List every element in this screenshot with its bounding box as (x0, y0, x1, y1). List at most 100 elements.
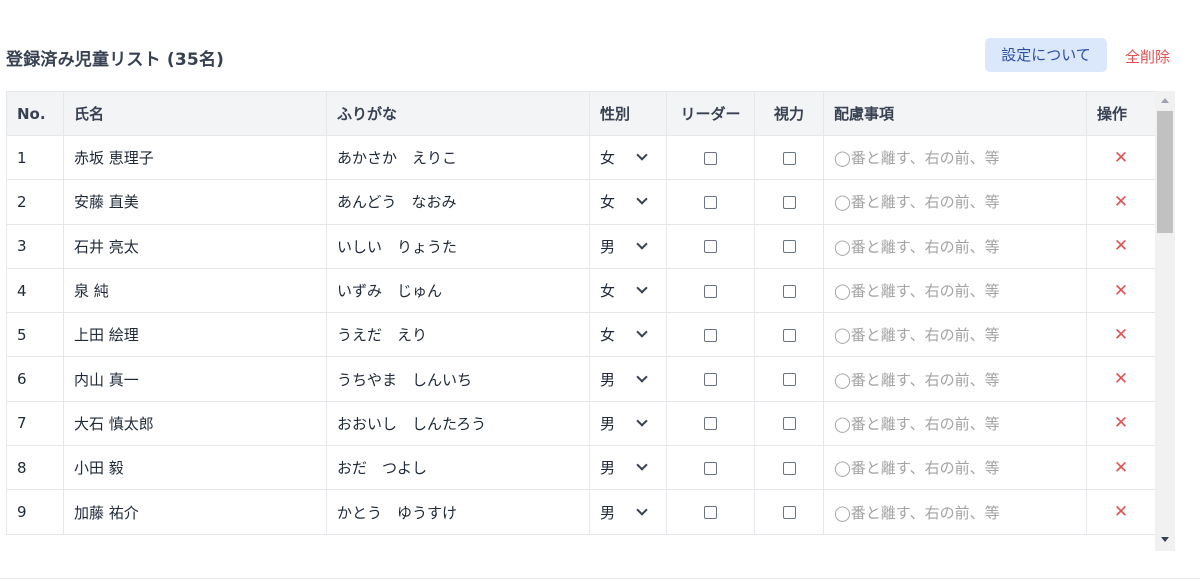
notes-input[interactable]: ◯番と離す、右の前、等 (823, 223, 1087, 269)
cell-actions: ✕ (1086, 400, 1156, 447)
table-header-row: No. 氏名 ふりがな 性別 リーダー 視力 配慮事項 操作 (6, 91, 1156, 136)
chevron-down-icon (636, 503, 648, 516)
cell-furigana[interactable]: うえだ えり (326, 312, 590, 358)
col-header-name: 氏名 (63, 91, 327, 136)
close-icon[interactable]: ✕ (1114, 281, 1128, 301)
cell-furigana[interactable]: いずみ じゅん (326, 267, 590, 314)
notes-input[interactable]: ◯番と離す、右の前、等 (823, 489, 1087, 535)
student-table: No. 氏名 ふりがな 性別 リーダー 視力 配慮事項 操作 1 赤坂 恵理子 あか… (6, 91, 1156, 535)
eyesight-checkbox[interactable] (782, 461, 796, 475)
leader-checkbox[interactable] (704, 461, 717, 475)
notes-input[interactable]: ◯番と離す、右の前、等 (823, 312, 1087, 358)
notes-input[interactable]: ◯番と離す、右の前、等 (823, 356, 1087, 402)
gender-value: 男 (600, 459, 616, 478)
table-row: 2 安藤 直美 あんどう なおみ女 ◯番と離す、右の前、等 ✕ (6, 179, 1156, 225)
leader-checkbox[interactable] (704, 240, 717, 254)
cell-furigana[interactable]: かとう ゆうすけ (326, 489, 590, 535)
cell-no: 2 (6, 179, 64, 225)
cell-furigana[interactable]: おおいし しんたろう (326, 400, 590, 447)
cell-leader (666, 400, 755, 447)
cell-leader (666, 134, 755, 181)
settings-button[interactable]: 設定について (985, 38, 1107, 72)
leader-checkbox[interactable] (704, 328, 717, 342)
delete-all-link[interactable]: 全削除 (1125, 46, 1170, 67)
notes-input[interactable]: ◯番と離す、右の前、等 (823, 445, 1087, 491)
gender-select[interactable]: 男 (589, 489, 667, 535)
notes-input[interactable]: ◯番と離す、右の前、等 (823, 179, 1087, 225)
cell-furigana[interactable]: おだ つよし (326, 445, 590, 491)
eyesight-checkbox[interactable] (782, 240, 796, 254)
close-icon[interactable]: ✕ (1114, 413, 1128, 433)
eyesight-checkbox[interactable] (782, 417, 796, 431)
table-scrollbar[interactable] (1155, 91, 1175, 551)
cell-name[interactable]: 安藤 直美 (63, 179, 327, 225)
cell-furigana[interactable]: いしい りょうた (326, 223, 590, 269)
cell-actions: ✕ (1086, 356, 1156, 402)
cell-eyesight (754, 489, 824, 535)
table-row: 9 加藤 祐介 かとう ゆうすけ男 ◯番と離す、右の前、等 ✕ (6, 489, 1156, 535)
scroll-thumb[interactable] (1157, 111, 1173, 233)
close-icon[interactable]: ✕ (1114, 236, 1128, 256)
cell-name[interactable]: 上田 絵理 (63, 312, 327, 358)
gender-select[interactable]: 女 (589, 134, 667, 181)
scroll-up-icon[interactable] (1161, 98, 1169, 103)
gender-select[interactable]: 男 (589, 445, 667, 491)
leader-checkbox[interactable] (704, 417, 717, 431)
cell-actions: ✕ (1086, 134, 1156, 181)
cell-name[interactable]: 小田 毅 (63, 445, 327, 491)
scroll-down-icon[interactable] (1161, 537, 1169, 542)
chevron-down-icon (636, 193, 648, 206)
cell-name[interactable]: 赤坂 恵理子 (63, 134, 327, 181)
cell-furigana[interactable]: あかさか えりこ (326, 134, 590, 181)
table-row: 1 赤坂 恵理子 あかさか えりこ女 ◯番と離す、右の前、等 ✕ (6, 134, 1156, 181)
close-icon[interactable]: ✕ (1114, 325, 1128, 345)
eyesight-checkbox[interactable] (782, 328, 796, 342)
close-icon[interactable]: ✕ (1114, 192, 1128, 212)
chevron-down-icon (636, 326, 648, 338)
eyesight-checkbox[interactable] (782, 373, 796, 387)
eyesight-checkbox[interactable] (782, 195, 796, 209)
cell-name[interactable]: 石井 亮太 (63, 223, 327, 269)
gender-select[interactable]: 女 (589, 179, 667, 225)
gender-select[interactable]: 女 (589, 267, 667, 314)
leader-checkbox[interactable] (704, 284, 717, 298)
eyesight-checkbox[interactable] (782, 506, 796, 520)
gender-select[interactable]: 男 (589, 356, 667, 402)
eyesight-checkbox[interactable] (782, 151, 796, 165)
notes-input[interactable]: ◯番と離す、右の前、等 (823, 134, 1087, 181)
gender-select[interactable]: 男 (589, 223, 667, 269)
cell-furigana[interactable]: うちやま しんいち (326, 356, 590, 402)
gender-select[interactable]: 女 (589, 312, 667, 358)
cell-name[interactable]: 大石 慎太郎 (63, 400, 327, 447)
chevron-down-icon (636, 282, 648, 294)
cell-eyesight (754, 134, 824, 181)
leader-checkbox[interactable] (704, 373, 717, 387)
notes-input[interactable]: ◯番と離す、右の前、等 (823, 400, 1087, 447)
cell-eyesight (754, 445, 824, 491)
chevron-down-icon (636, 370, 648, 383)
close-icon[interactable]: ✕ (1114, 369, 1128, 389)
gender-value: 男 (600, 370, 616, 389)
cell-eyesight (754, 223, 824, 269)
cell-actions: ✕ (1086, 312, 1156, 358)
close-icon[interactable]: ✕ (1114, 458, 1128, 478)
leader-checkbox[interactable] (704, 195, 717, 209)
cell-leader (666, 267, 755, 314)
eyesight-checkbox[interactable] (782, 284, 796, 298)
cell-no: 6 (6, 356, 64, 402)
cell-name[interactable]: 加藤 祐介 (63, 489, 327, 535)
cell-leader (666, 179, 755, 225)
col-header-actions: 操作 (1086, 91, 1156, 136)
cell-actions: ✕ (1086, 267, 1156, 314)
leader-checkbox[interactable] (704, 506, 717, 520)
divider (0, 578, 1200, 579)
cell-name[interactable]: 泉 純 (63, 267, 327, 314)
close-icon[interactable]: ✕ (1114, 148, 1128, 168)
leader-checkbox[interactable] (704, 151, 717, 165)
close-icon[interactable]: ✕ (1114, 502, 1128, 522)
cell-furigana[interactable]: あんどう なおみ (326, 179, 590, 225)
notes-input[interactable]: ◯番と離す、右の前、等 (823, 267, 1087, 314)
gender-select[interactable]: 男 (589, 400, 667, 447)
cell-name[interactable]: 内山 真一 (63, 356, 327, 402)
cell-eyesight (754, 312, 824, 358)
